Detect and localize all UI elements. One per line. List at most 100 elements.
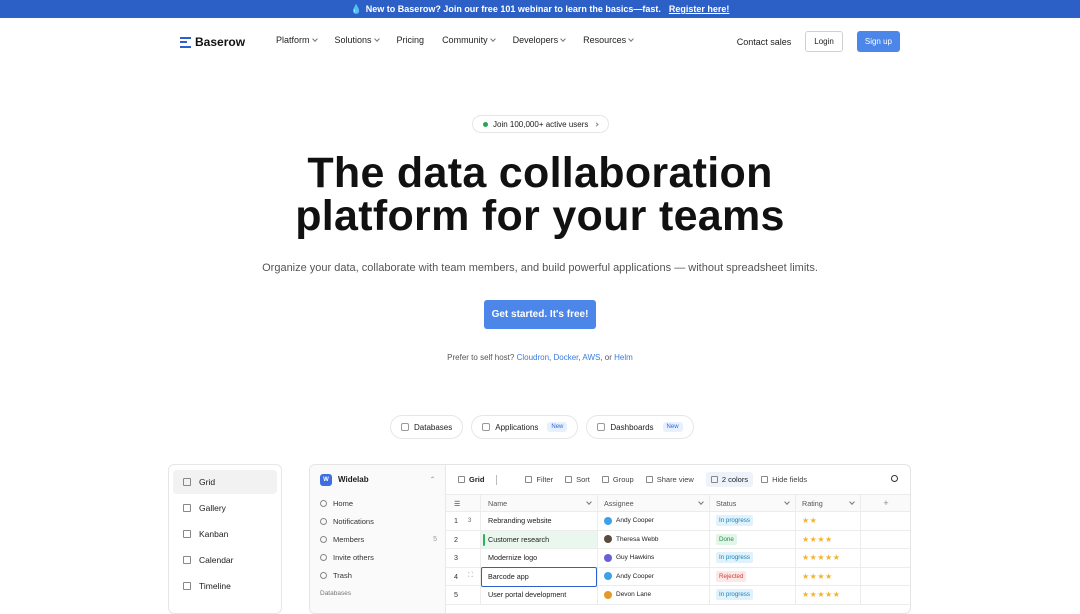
updown-chevron-icon: ⌃ — [429, 477, 435, 483]
workspace-name: Widelab — [338, 475, 369, 484]
cell-name[interactable]: Rebranding website — [480, 512, 597, 530]
cell-assignee[interactable]: Theresa Webb — [597, 530, 709, 548]
get-started-button[interactable]: Get started. It's free! — [484, 300, 596, 329]
members-count: 5 — [433, 535, 437, 543]
new-badge: New — [662, 422, 683, 432]
expand-row-icon[interactable]: ⛶ — [468, 572, 473, 580]
aws-link[interactable]: AWS — [582, 353, 600, 362]
column-header-rating[interactable]: Rating — [795, 495, 861, 511]
view-selector[interactable]: Grid — [458, 475, 484, 484]
column-header-assignee[interactable]: Assignee — [597, 495, 709, 511]
tab-applications[interactable]: Applications New — [471, 415, 579, 439]
table-row[interactable]: 3 Modernize logo Guy Hawkins In progress… — [446, 549, 910, 568]
table-row[interactable]: 2 Customer research Theresa Webb Done ★★… — [446, 530, 910, 549]
view-grid[interactable]: Grid — [173, 470, 277, 494]
search-icon[interactable] — [891, 475, 898, 482]
cloudron-link[interactable]: Cloudron — [517, 353, 549, 362]
nav-platform[interactable]: Platform — [276, 35, 318, 45]
cell-rating[interactable]: ★★★★★ — [795, 549, 861, 567]
hide-fields-button[interactable]: Hide fields — [761, 475, 807, 484]
nav-links: Platform Solutions Pricing Community Dev… — [276, 35, 651, 45]
table-row[interactable]: 4 ⛶ Barcode app Andy Cooper Rejected ★★★★ — [446, 566, 910, 587]
star-rating: ★★★★ — [802, 534, 833, 544]
chevron-down-icon — [784, 499, 790, 505]
cell-status[interactable]: In progress — [709, 549, 795, 567]
sidebar-item-invite[interactable]: Invite others — [310, 548, 445, 566]
chevron-down-icon — [560, 36, 566, 42]
sidebar-item-notifications[interactable]: Notifications — [310, 512, 445, 530]
view-calendar[interactable]: Calendar — [173, 548, 277, 572]
star-rating: ★★★★★ — [802, 553, 841, 563]
active-users-pill[interactable]: Join 100,000+ active users — [472, 115, 610, 133]
drop-icon: 💧 — [350, 3, 362, 14]
group-button[interactable]: Group — [601, 475, 634, 484]
banner-text: New to Baserow? Join our free 101 webina… — [365, 4, 661, 14]
table-row[interactable]: 13 Rebranding website Andy Cooper In pro… — [446, 512, 910, 531]
filter-button[interactable]: Filter — [525, 475, 553, 484]
status-dot-icon — [483, 121, 488, 127]
column-header-status[interactable]: Status — [709, 495, 795, 511]
more-options-icon[interactable] — [496, 474, 498, 485]
product-tabs: Databases Applications New Dashboards Ne… — [390, 415, 694, 439]
avatar — [604, 590, 612, 599]
helm-link[interactable]: Helm — [614, 353, 633, 362]
view-gallery[interactable]: Gallery — [173, 496, 277, 520]
register-link[interactable]: Register here! — [669, 4, 730, 14]
status-badge: Done — [716, 533, 737, 545]
grid-icon — [458, 476, 465, 483]
announcement-banner: 💧 New to Baserow? Join our free 101 webi… — [0, 0, 1080, 18]
cell-assignee[interactable]: Devon Lane — [597, 586, 709, 604]
sidebar-item-home[interactable]: Home — [310, 494, 445, 512]
sidebar-item-trash[interactable]: Trash — [310, 566, 445, 584]
colors-button[interactable]: 2 colors — [705, 472, 754, 487]
avatar — [604, 553, 612, 562]
column-header-name[interactable]: Name — [480, 495, 597, 511]
chevron-down-icon — [849, 499, 855, 505]
cell-rating[interactable]: ★★★★★ — [795, 586, 861, 604]
sort-button[interactable]: Sort — [565, 475, 590, 484]
workspace-switcher[interactable]: W Widelab ⌃ — [310, 465, 445, 494]
tab-databases[interactable]: Databases — [390, 415, 464, 439]
cell-rating[interactable]: ★★ — [795, 512, 861, 530]
logo[interactable]: Baserow — [180, 35, 245, 49]
signup-button[interactable]: Sign up — [856, 31, 900, 52]
cell-rating[interactable]: ★★★★ — [795, 530, 861, 548]
cell-assignee[interactable]: Guy Hawkins — [597, 549, 709, 567]
nav-community[interactable]: Community — [442, 35, 496, 45]
nav-developers[interactable]: Developers — [513, 35, 566, 45]
view-kanban[interactable]: Kanban — [173, 522, 277, 546]
login-button[interactable]: Login — [805, 31, 843, 52]
nav-solutions[interactable]: Solutions — [335, 35, 380, 45]
cell-status[interactable]: Rejected — [709, 567, 795, 585]
cell-editor-input[interactable]: Barcode app — [481, 566, 597, 587]
view-timeline[interactable]: Timeline — [173, 574, 277, 598]
view-types-panel: Grid Gallery Kanban Calendar Timeline — [168, 464, 282, 614]
cell-name[interactable]: User portal development — [480, 586, 597, 604]
cell-status[interactable]: In progress — [709, 512, 795, 530]
cell-rating[interactable]: ★★★★ — [795, 567, 861, 585]
cell-status[interactable]: In progress — [709, 586, 795, 604]
invite-user-icon — [320, 553, 327, 561]
add-column-button[interactable]: + — [861, 495, 910, 511]
cell-name[interactable]: Customer research — [480, 530, 597, 548]
group-icon — [601, 476, 609, 483]
cell-name[interactable]: Modernize logo — [480, 549, 597, 567]
status-badge: In progress — [716, 515, 753, 527]
cell-assignee[interactable]: Andy Cooper — [597, 512, 709, 530]
logo-text: Baserow — [195, 35, 246, 49]
table-row[interactable]: 5 User portal development Devon Lane In … — [446, 586, 910, 605]
cell-status[interactable]: Done — [709, 530, 795, 548]
tab-dashboards[interactable]: Dashboards New — [586, 415, 694, 439]
sidebar-item-members[interactable]: Members 5 — [310, 530, 445, 548]
cell-name-editing[interactable]: Barcode app — [480, 566, 597, 587]
baserow-logo-icon — [180, 36, 191, 48]
docker-link[interactable]: Docker — [554, 353, 579, 362]
contact-sales-link[interactable]: Contact sales — [737, 37, 792, 47]
nav-pricing[interactable]: Pricing — [397, 35, 425, 45]
share-view-button[interactable]: Share view — [645, 475, 694, 484]
cell-assignee[interactable]: Andy Cooper — [597, 567, 709, 585]
nav-resources[interactable]: Resources — [583, 35, 634, 45]
chevron-down-icon — [698, 499, 704, 505]
row-menu-icon[interactable]: ☰ — [454, 499, 460, 508]
timeline-icon — [183, 582, 191, 590]
